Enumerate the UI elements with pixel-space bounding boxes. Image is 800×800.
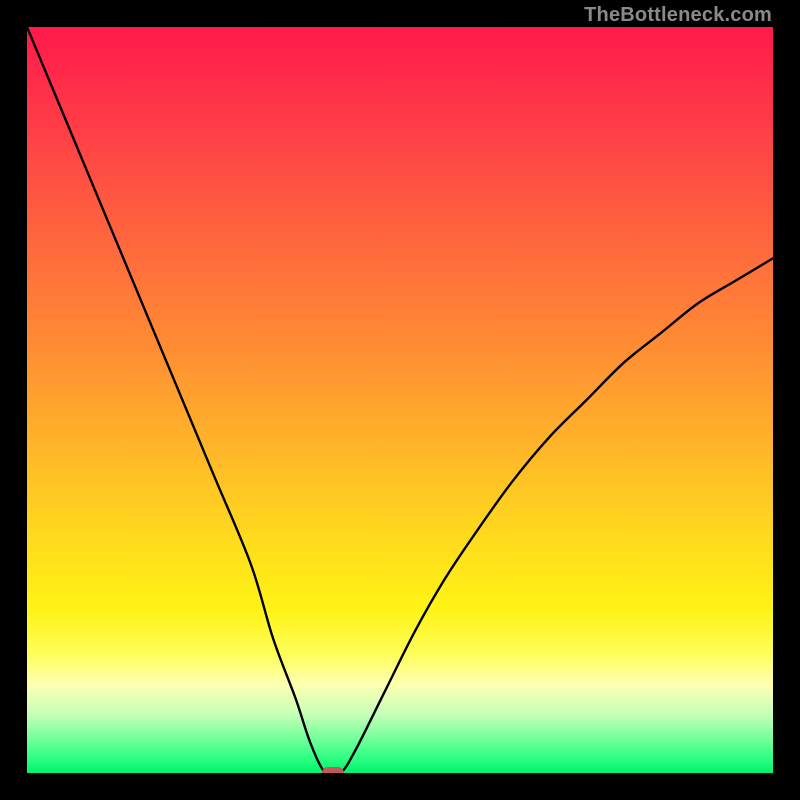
chart-frame: TheBottleneck.com [0, 0, 800, 800]
bottleneck-curve [27, 27, 773, 773]
curve-svg [27, 27, 773, 773]
minimum-marker [322, 767, 344, 773]
watermark-text: TheBottleneck.com [584, 4, 772, 27]
plot-area [27, 27, 773, 773]
